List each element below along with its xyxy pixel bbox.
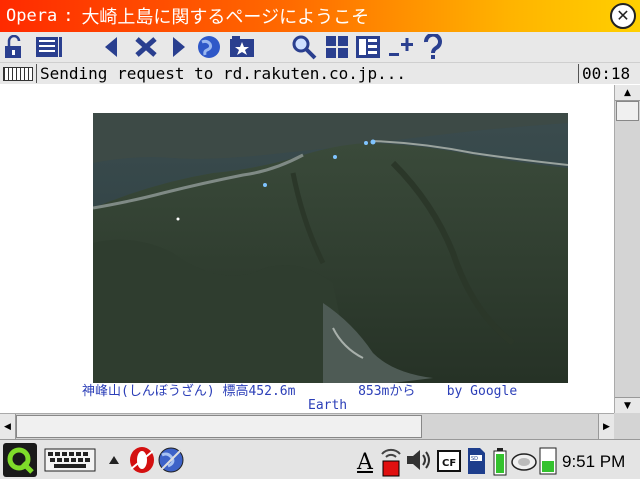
input-method-icon[interactable]: A	[352, 448, 378, 476]
image-caption[interactable]: 神峰山(しんぼうざん) 標高452.6m 853mから by Google Ea…	[82, 385, 582, 413]
vertical-scrollbar[interactable]: ▲ ▼	[614, 85, 640, 413]
network-globe-icon[interactable]	[156, 445, 186, 475]
zoom-icon[interactable]	[386, 34, 416, 60]
horizontal-scrollbar[interactable]: ◀ ▶	[0, 413, 614, 439]
opera-icon[interactable]	[127, 445, 157, 475]
volume-icon[interactable]	[404, 446, 432, 474]
taskbar: A CF SD 9:51 PM	[0, 439, 640, 479]
arrow-left-icon: ◀	[4, 421, 11, 432]
arrow-right-icon: ▶	[603, 421, 610, 432]
mouse-icon[interactable]	[510, 448, 538, 474]
search-icon[interactable]	[289, 34, 319, 60]
help-icon[interactable]	[420, 34, 446, 60]
back-icon[interactable]	[100, 34, 122, 60]
svg-text:SD: SD	[471, 456, 478, 462]
title-bar: Opera : 大崎上島に関するページにようこそ ✕	[0, 0, 640, 32]
lock-icon[interactable]	[2, 34, 26, 60]
caption-mountain-name: 神峰山(しんぼうざん) 標高452.6m	[82, 384, 296, 399]
page-viewport[interactable]: 神峰山(しんぼうざん) 標高452.6m 853mから by Google Ea…	[0, 85, 614, 413]
caption-distance: 853mから	[358, 384, 416, 399]
q-logo-icon	[7, 447, 34, 474]
scrollbar-corner	[614, 413, 640, 439]
ime-indicator: A	[357, 449, 373, 475]
caption-credit-line2: Earth	[308, 398, 348, 413]
svg-text:CF: CF	[442, 458, 456, 469]
title-separator: :	[63, 6, 74, 26]
close-icon: ✕	[616, 6, 630, 25]
status-message: Sending request to rd.rakuten.co.jp...	[36, 64, 406, 83]
elapsed-time: 00:18	[578, 64, 630, 83]
scroll-down-button[interactable]: ▼	[615, 397, 640, 413]
caption-credit: by Google	[446, 384, 518, 399]
forward-icon[interactable]	[168, 34, 190, 60]
globe-icon[interactable]	[195, 34, 223, 60]
app-name: Opera	[6, 6, 58, 26]
toolbar	[0, 32, 640, 62]
stop-icon[interactable]	[132, 34, 160, 60]
aerial-mountain-image	[93, 113, 568, 383]
horizontal-scroll-thumb[interactable]	[16, 415, 422, 438]
arrow-up-icon[interactable]	[106, 452, 122, 468]
clock[interactable]: 9:51 PM	[562, 452, 625, 472]
windows-icon[interactable]	[323, 34, 351, 60]
cf-card-icon[interactable]: CF	[436, 449, 462, 473]
vertical-scroll-thumb[interactable]	[616, 101, 639, 121]
sd-card-icon[interactable]: SD	[465, 446, 487, 476]
window-title: 大崎上島に関するページにようこそ	[81, 7, 370, 28]
arrow-up-icon: ▲	[624, 87, 631, 98]
signal-strength-icon[interactable]	[538, 446, 558, 476]
start-button[interactable]	[3, 443, 37, 477]
status-bar: Sending request to rd.rakuten.co.jp... 0…	[0, 62, 640, 84]
arrow-down-icon: ▼	[624, 400, 631, 411]
keyboard-icon[interactable]	[44, 448, 96, 472]
panels-icon[interactable]	[354, 34, 382, 60]
bookmarks-icon[interactable]	[228, 34, 256, 60]
scroll-up-button[interactable]: ▲	[615, 85, 640, 101]
scroll-right-button[interactable]: ▶	[598, 414, 614, 439]
menu-icon[interactable]	[34, 34, 64, 60]
close-button[interactable]: ✕	[610, 3, 636, 29]
keyboard-icon	[3, 67, 33, 81]
battery-icon[interactable]	[492, 447, 508, 477]
wireless-icon[interactable]	[378, 444, 404, 478]
scroll-left-button[interactable]: ◀	[0, 414, 16, 439]
